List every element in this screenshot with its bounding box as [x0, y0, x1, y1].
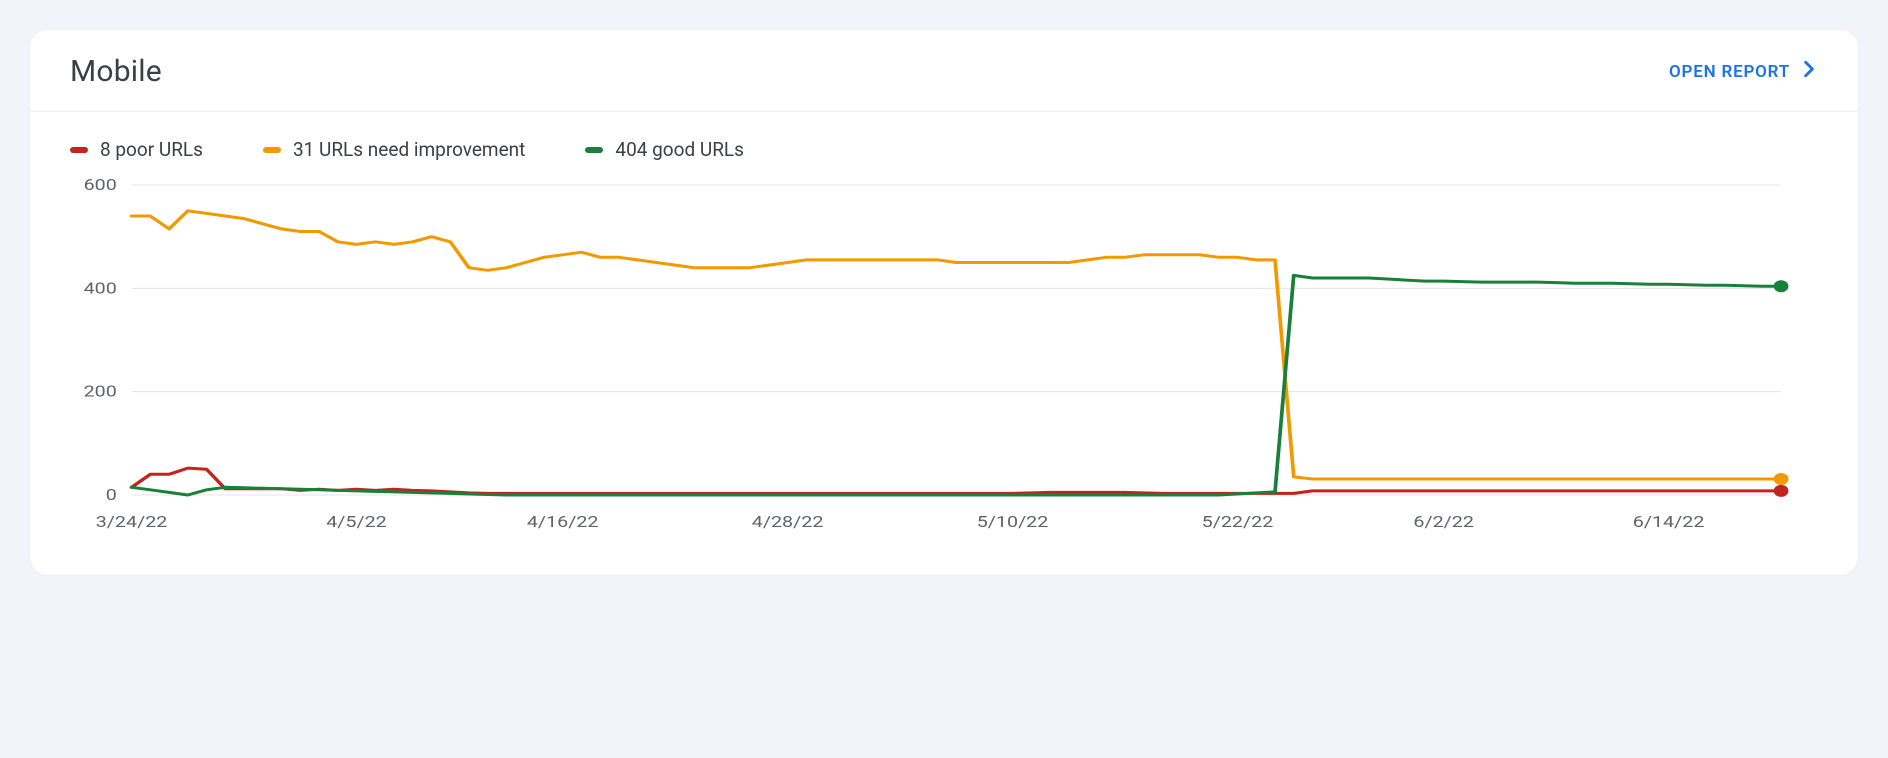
- open-report-label: OPEN REPORT: [1669, 62, 1790, 82]
- svg-text:6/2/22: 6/2/22: [1413, 513, 1474, 532]
- svg-text:0: 0: [106, 486, 117, 505]
- line-chart: 0 200 400 600 3/24/22 4/5/22 4/16/22 4/28/22 5/1…: [70, 165, 1818, 545]
- svg-text:200: 200: [84, 382, 117, 401]
- swatch-need: [263, 147, 281, 153]
- svg-text:5/10/22: 5/10/22: [977, 513, 1049, 532]
- svg-text:6/14/22: 6/14/22: [1633, 513, 1705, 532]
- legend-item-good[interactable]: 404 good URLs: [585, 138, 744, 161]
- legend-label-poor: 8 poor URLs: [100, 138, 203, 161]
- svg-text:600: 600: [84, 176, 117, 195]
- svg-text:400: 400: [84, 279, 117, 298]
- svg-text:4/16/22: 4/16/22: [527, 513, 599, 532]
- card-header: Mobile OPEN REPORT: [30, 30, 1858, 112]
- swatch-good: [585, 147, 603, 153]
- chart-area: 0 200 400 600 3/24/22 4/5/22 4/16/22 4/28/22 5/1…: [30, 165, 1858, 575]
- core-web-vitals-mobile-card: Mobile OPEN REPORT 8 poor URLs 31 URLs n…: [30, 30, 1858, 575]
- legend-label-good: 404 good URLs: [615, 138, 744, 161]
- chart-legend: 8 poor URLs 31 URLs need improvement 404…: [30, 112, 1858, 165]
- svg-text:4/28/22: 4/28/22: [752, 513, 824, 532]
- svg-text:4/5/22: 4/5/22: [326, 513, 387, 532]
- svg-text:5/22/22: 5/22/22: [1202, 513, 1274, 532]
- chevron-right-icon: [1800, 60, 1818, 83]
- panel-title: Mobile: [70, 54, 162, 89]
- legend-item-poor[interactable]: 8 poor URLs: [70, 138, 203, 161]
- swatch-poor: [70, 147, 88, 153]
- legend-label-need: 31 URLs need improvement: [293, 138, 525, 161]
- open-report-button[interactable]: OPEN REPORT: [1669, 60, 1818, 83]
- legend-item-need[interactable]: 31 URLs need improvement: [263, 138, 525, 161]
- svg-text:3/24/22: 3/24/22: [96, 513, 168, 532]
